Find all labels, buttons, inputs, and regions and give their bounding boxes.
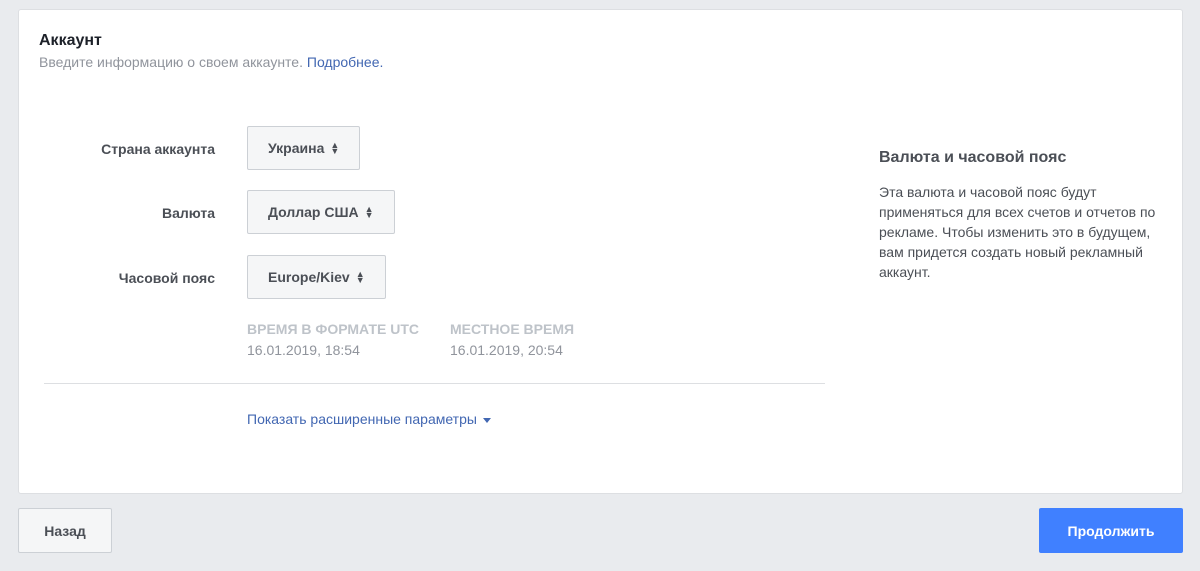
back-button[interactable]: Назад (18, 508, 112, 553)
show-advanced-link[interactable]: Показать расширенные параметры (247, 411, 491, 427)
sort-arrows-icon: ▲ ▼ (355, 269, 365, 285)
learn-more-link[interactable]: Подробнее. (307, 54, 384, 70)
local-time-value: 16.01.2019, 20:54 (450, 342, 563, 358)
timezone-select[interactable]: Europe/Kiev ▲ ▼ (247, 255, 386, 299)
country-value: Украина (268, 140, 325, 156)
utc-time-value: 16.01.2019, 18:54 (247, 342, 360, 358)
side-title: Валюта и часовой пояс (879, 149, 1067, 166)
sort-arrows-icon: ▲ ▼ (364, 204, 374, 220)
divider (44, 383, 825, 384)
show-advanced-label: Показать расширенные параметры (247, 411, 477, 427)
subtitle-text: Введите информацию о своем аккаунте. (39, 54, 303, 70)
page-subtitle: Введите информацию о своем аккаунте. Под… (39, 54, 383, 70)
currency-select[interactable]: Доллар США ▲ ▼ (247, 190, 395, 234)
country-label: Страна аккаунта (101, 141, 215, 157)
page-title: Аккаунт (39, 32, 102, 49)
currency-value: Доллар США (268, 204, 359, 220)
side-description: Эта валюта и часовой пояс будут применят… (879, 184, 1156, 280)
local-time-label: МЕСТНОЕ ВРЕМЯ (450, 321, 575, 337)
sort-arrows-icon: ▲ ▼ (330, 140, 340, 156)
account-card: Аккаунт Введите информацию о своем аккау… (18, 9, 1183, 494)
caret-down-icon (482, 417, 491, 423)
country-select[interactable]: Украина ▲ ▼ (247, 126, 361, 170)
utc-time-label: ВРЕМЯ В ФОРМАТЕ UTC (247, 321, 420, 337)
currency-label: Валюта (161, 205, 215, 221)
continue-button[interactable]: Продолжить (1039, 508, 1183, 553)
timezone-value: Europe/Kiev (268, 269, 350, 285)
timezone-label: Часовой пояс (118, 270, 215, 286)
